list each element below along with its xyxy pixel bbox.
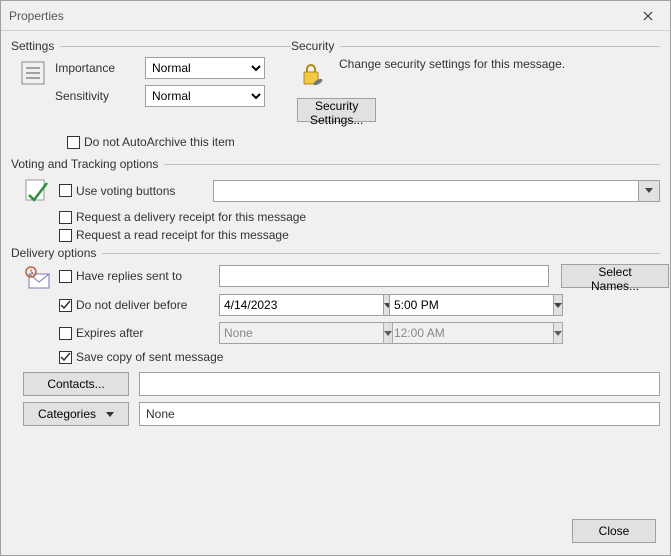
replies-checkbox[interactable] [59,270,72,283]
chevron-down-icon [106,412,114,417]
expires-label: Expires after [76,326,143,340]
contacts-button[interactable]: Contacts... [23,372,129,396]
replies-label: Have replies sent to [76,269,182,283]
deliver-time-input[interactable] [389,294,553,316]
chevron-down-icon[interactable] [638,180,660,202]
lock-icon [297,59,335,92]
window-close-button[interactable] [634,5,662,27]
autoarchive-label: Do not AutoArchive this item [84,135,235,149]
settings-header: Settings [11,39,54,53]
voting-buttons-input[interactable] [213,180,638,202]
read-receipt-label: Request a read receipt for this message [76,228,289,242]
importance-select[interactable]: Normal [145,57,265,79]
sensitivity-select[interactable]: Normal [145,85,265,107]
save-copy-checkbox[interactable] [59,351,72,364]
sensitivity-label: Sensitivity [55,89,145,103]
divider [60,46,291,47]
delivery-icon [23,266,59,295]
voting-buttons-combo[interactable] [213,180,660,202]
delivery-header: Delivery options [11,246,96,260]
select-names-button[interactable]: Select Names... [561,264,669,288]
deliver-time-combo[interactable] [389,294,549,316]
categories-button-label: Categories [38,407,96,421]
voting-header: Voting and Tracking options [11,157,158,171]
close-icon [643,11,653,21]
use-voting-label: Use voting buttons [76,184,175,198]
window-title: Properties [9,9,634,23]
categories-button[interactable]: Categories [23,402,129,426]
titlebar: Properties [1,1,670,31]
replies-input[interactable] [219,265,549,287]
divider [102,253,660,254]
voting-icon [23,175,59,206]
categories-value-text: None [146,407,175,421]
settings-group: Settings Importance Normal [11,39,291,127]
expires-time-input[interactable] [389,322,553,344]
expires-checkbox[interactable] [59,327,72,340]
security-settings-button[interactable]: Security Settings... [297,98,376,122]
chevron-down-icon[interactable] [553,294,563,316]
voting-tracking-group: Voting and Tracking options [11,157,660,242]
chevron-down-icon[interactable] [553,322,563,344]
autoarchive-checkbox[interactable] [67,136,80,149]
deliver-date-input[interactable] [219,294,383,316]
expires-date-combo[interactable] [219,322,379,344]
delivery-options-group: Delivery options [11,246,660,426]
divider [164,164,660,165]
save-copy-label: Save copy of sent message [76,350,223,364]
importance-label: Importance [55,61,145,75]
delivery-receipt-checkbox[interactable] [59,211,72,224]
security-header: Security [291,39,334,53]
properties-icon [19,59,55,90]
properties-dialog: Properties Settings [0,0,671,556]
divider [340,46,660,47]
chevron-down-icon[interactable] [383,322,393,344]
no-deliver-before-checkbox[interactable] [59,299,72,312]
no-deliver-before-label: Do not deliver before [76,298,187,312]
delivery-receipt-label: Request a delivery receipt for this mess… [76,210,306,224]
contacts-input[interactable] [139,372,660,396]
categories-value[interactable]: None [139,402,660,426]
read-receipt-checkbox[interactable] [59,229,72,242]
close-button[interactable]: Close [572,519,656,543]
expires-time-combo[interactable] [389,322,549,344]
use-voting-checkbox[interactable] [59,184,72,197]
expires-date-input[interactable] [219,322,383,344]
security-group: Security Change security settings for th… [291,39,660,127]
deliver-date-combo[interactable] [219,294,379,316]
security-description: Change security settings for this messag… [339,57,660,71]
